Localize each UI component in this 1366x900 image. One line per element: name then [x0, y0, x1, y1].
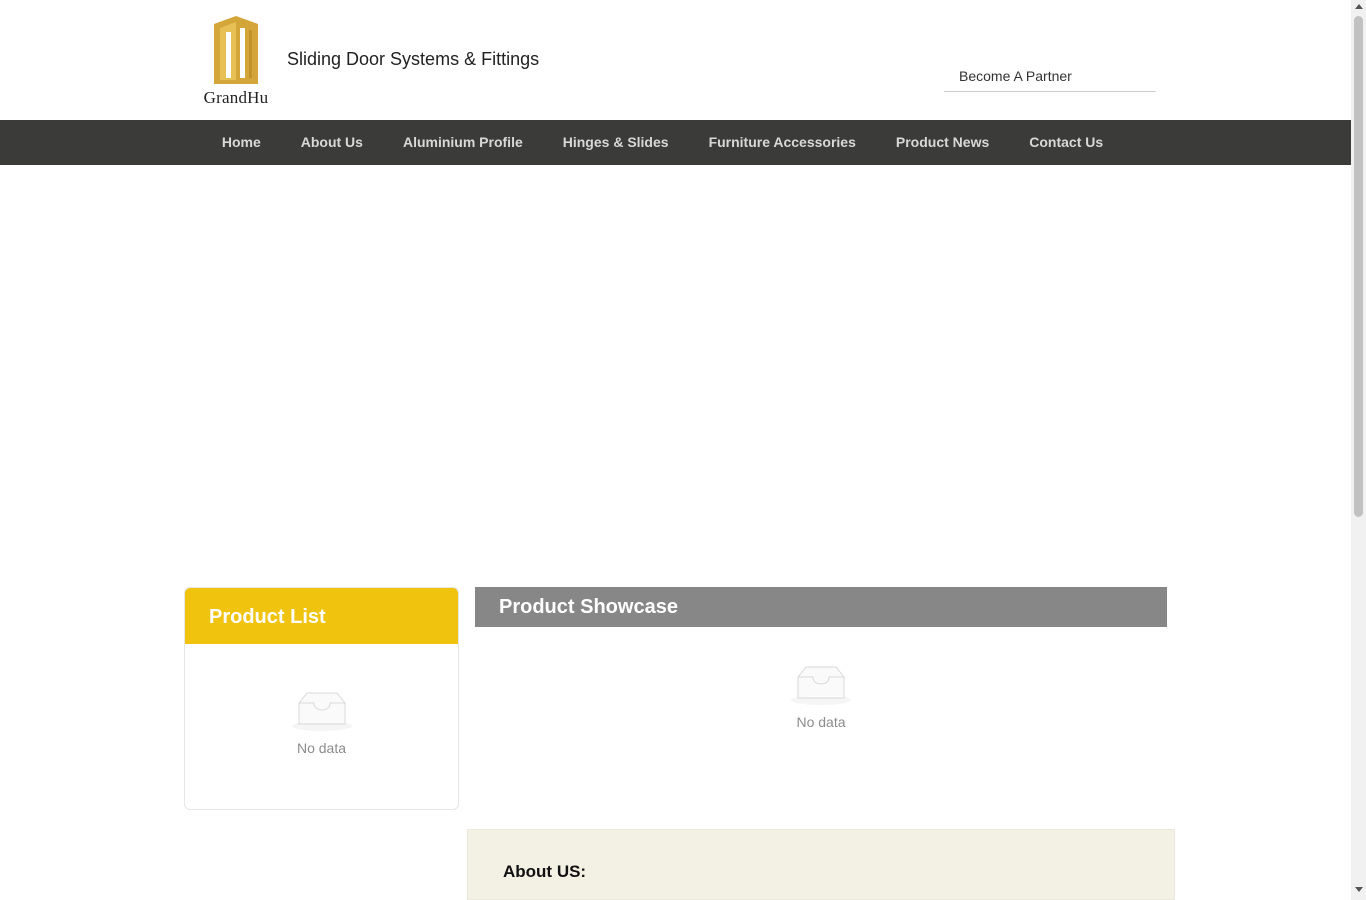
- nav-item-about-us[interactable]: About Us: [281, 120, 383, 165]
- nav-item-contact-us[interactable]: Contact Us: [1009, 120, 1123, 165]
- product-list-panel: Product List No data: [184, 587, 459, 810]
- page: GrandHu Sliding Door Systems & Fittings …: [0, 0, 1351, 900]
- scroll-thumb[interactable]: [1354, 16, 1363, 517]
- product-showcase-body: No data: [475, 665, 1167, 730]
- about-title: About US:: [503, 862, 587, 881]
- nav-item-product-news[interactable]: Product News: [876, 120, 1009, 165]
- site-logo[interactable]: GrandHu: [198, 14, 274, 108]
- product-list-empty-state: No data: [185, 691, 458, 756]
- showcase-empty-text: No data: [796, 714, 846, 730]
- become-partner-link[interactable]: Become A Partner: [944, 60, 1156, 92]
- product-list-empty-text: No data: [296, 740, 347, 756]
- scroll-down-arrow-icon[interactable]: [1355, 887, 1363, 892]
- nav-item-furniture-accessories[interactable]: Furniture Accessories: [689, 120, 876, 165]
- hero-banner: [0, 165, 1351, 565]
- site-tagline: Sliding Door Systems & Fittings: [287, 49, 540, 69]
- scroll-up-arrow-icon[interactable]: [1355, 4, 1363, 9]
- nav-item-aluminium-profile[interactable]: Aluminium Profile: [383, 120, 543, 165]
- empty-inbox-icon: [291, 692, 352, 731]
- building-logo-icon: [214, 16, 258, 84]
- site-header: GrandHu Sliding Door Systems & Fittings …: [0, 0, 1351, 120]
- main-nav: Home About Us Aluminium Profile Hinges &…: [0, 120, 1351, 165]
- nav-item-home[interactable]: Home: [202, 120, 281, 165]
- logo-text: GrandHu: [203, 88, 269, 107]
- nav-item-hinges-slides[interactable]: Hinges & Slides: [543, 120, 689, 165]
- empty-inbox-icon: [791, 666, 851, 705]
- page-scrollbar[interactable]: [1351, 0, 1366, 900]
- product-showcase-title: Product Showcase: [475, 587, 1167, 627]
- about-section: About US:: [467, 829, 1175, 900]
- showcase-empty-state: No data: [475, 665, 1167, 730]
- product-list-title: Product List: [185, 588, 458, 644]
